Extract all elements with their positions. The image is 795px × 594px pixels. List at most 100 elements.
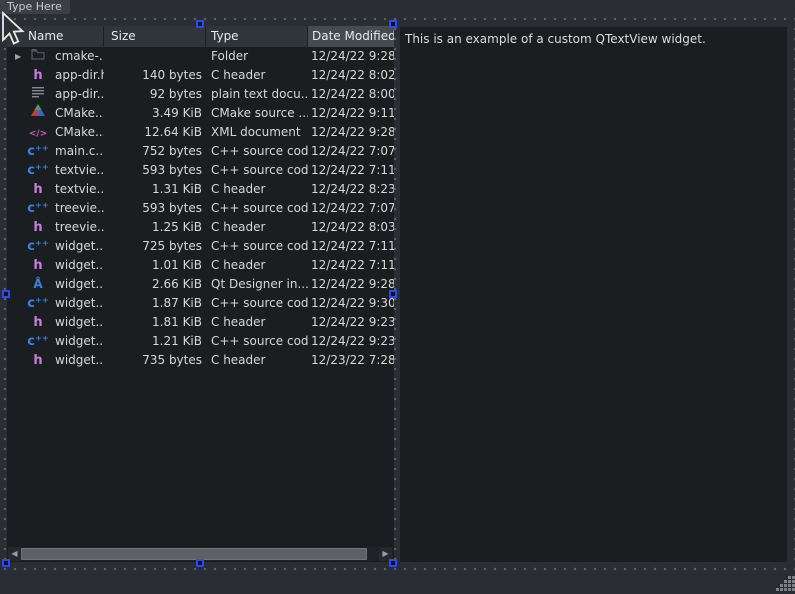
cell-date-modified: 12/24/22 8:23 .: [308, 180, 394, 199]
cell-size: 1.25 KiB: [104, 218, 206, 237]
selection-handle[interactable]: [389, 290, 397, 298]
column-header-size[interactable]: Size: [104, 26, 206, 47]
cell-size: 735 bytes: [104, 351, 206, 370]
cell-size: 140 bytes: [104, 66, 206, 85]
cell-name: c⁺⁺ widget...: [7, 294, 104, 313]
cell-date-modified: 12/23/22 7:28 .: [308, 351, 394, 370]
cell-name: h treevie...: [7, 218, 104, 237]
cpp-icon: c⁺⁺: [31, 239, 45, 254]
cell-type: C header: [206, 180, 308, 199]
c-header-icon: h: [31, 182, 45, 197]
qt-ui-icon: Å: [31, 277, 45, 292]
c-header-icon: h: [31, 220, 45, 235]
cell-date-modified: 12/24/22 9:30 .: [308, 294, 394, 313]
cell-date-modified: 12/24/22 8:03 .: [308, 218, 394, 237]
table-row[interactable]: Å widget... 2.66 KiB Qt Designer in... 1…: [7, 275, 394, 294]
table-row[interactable]: c⁺⁺ textvie... 593 bytes C++ source code…: [7, 161, 394, 180]
cell-date-modified: 12/24/22 9:28 .: [308, 47, 394, 66]
cpp-icon: c⁺⁺: [31, 201, 45, 216]
tree-header: Name Size Type Date Modified: [7, 26, 394, 47]
table-row[interactable]: h treevie... 1.25 KiB C header 12/24/22 …: [7, 218, 394, 237]
cell-date-modified: 12/24/22 7:11 .: [308, 161, 394, 180]
cell-size: 3.49 KiB: [104, 104, 206, 123]
cell-name: app-dir....: [7, 85, 104, 104]
cell-size: 725 bytes: [104, 237, 206, 256]
cell-name: h widget...: [7, 351, 104, 370]
tree-rows: ▶ cmake-... Folder 12/24/22 9:28 . h app…: [7, 47, 394, 370]
cpp-icon: c⁺⁺: [31, 296, 45, 311]
cell-type: C++ source code: [206, 237, 308, 256]
file-tree-view[interactable]: Name Size Type Date Modified ▶ cmake-...…: [7, 26, 394, 562]
folder-icon: [31, 49, 45, 64]
table-row[interactable]: h textvie... 1.31 KiB C header 12/24/22 …: [7, 180, 394, 199]
cell-name: c⁺⁺ widget...: [7, 237, 104, 256]
plain-text-icon: [31, 87, 45, 102]
resize-grip[interactable]: [770, 572, 795, 593]
column-header-date-modified[interactable]: Date Modified: [308, 26, 394, 47]
cell-type: Qt Designer in...: [206, 275, 308, 294]
scrollbar-thumb[interactable]: [21, 548, 367, 560]
cell-type: XML document: [206, 123, 308, 142]
table-row[interactable]: h widget... 735 bytes C header 12/23/22 …: [7, 351, 394, 370]
cell-size: 593 bytes: [104, 199, 206, 218]
selection-handle[interactable]: [389, 20, 397, 28]
c-header-icon: h: [31, 315, 45, 330]
cell-name: c⁺⁺ widget...: [7, 332, 104, 351]
cell-size: [104, 47, 206, 66]
cell-name: CMake...: [7, 104, 104, 123]
xml-icon: </>: [31, 125, 45, 140]
selection-handle[interactable]: [389, 559, 397, 567]
cell-date-modified: 12/24/22 8:00 .: [308, 85, 394, 104]
cell-type: C++ source code: [206, 332, 308, 351]
selection-handle[interactable]: [196, 20, 204, 28]
selection-handle[interactable]: [196, 559, 204, 567]
cell-date-modified: 12/24/22 9:23 .: [308, 332, 394, 351]
cell-date-modified: 12/24/22 7:07 .: [308, 142, 394, 161]
cell-type: C header: [206, 256, 308, 275]
cell-date-modified: 12/24/22 7:11 .: [308, 256, 394, 275]
selection-handle[interactable]: [2, 559, 10, 567]
cell-name: h widget...: [7, 313, 104, 332]
cell-name: ▶ cmake-...: [7, 47, 104, 66]
mouse-cursor-icon: [0, 11, 26, 47]
cell-name: c⁺⁺ textvie...: [7, 161, 104, 180]
selection-handle[interactable]: [2, 290, 10, 298]
table-row[interactable]: h app-dir.h 140 bytes C header 12/24/22 …: [7, 66, 394, 85]
cell-type: C++ source code: [206, 294, 308, 313]
cell-type: Folder: [206, 47, 308, 66]
cell-type: plain text docu...: [206, 85, 308, 104]
table-row[interactable]: app-dir.... 92 bytes plain text docu... …: [7, 85, 394, 104]
cell-type: C header: [206, 313, 308, 332]
cell-type: C++ source code: [206, 161, 308, 180]
cell-size: 2.66 KiB: [104, 275, 206, 294]
cell-type: C header: [206, 66, 308, 85]
cell-size: 1.81 KiB: [104, 313, 206, 332]
table-row[interactable]: c⁺⁺ widget... 1.21 KiB C++ source code 1…: [7, 332, 394, 351]
cell-date-modified: 12/24/22 8:02 .: [308, 66, 394, 85]
table-row[interactable]: c⁺⁺ widget... 725 bytes C++ source code …: [7, 237, 394, 256]
cpp-icon: c⁺⁺: [31, 163, 45, 178]
table-row[interactable]: c⁺⁺ main.c... 752 bytes C++ source code …: [7, 142, 394, 161]
table-row[interactable]: ▶ cmake-... Folder 12/24/22 9:28 .: [7, 47, 394, 66]
cell-size: 92 bytes: [104, 85, 206, 104]
table-row[interactable]: h widget... 1.81 KiB C header 12/24/22 9…: [7, 313, 394, 332]
cell-size: 752 bytes: [104, 142, 206, 161]
cell-date-modified: 12/24/22 9:28 .: [308, 123, 394, 142]
table-row[interactable]: c⁺⁺ widget... 1.87 KiB C++ source code 1…: [7, 294, 394, 313]
cell-date-modified: 12/24/22 7:11 .: [308, 237, 394, 256]
column-header-type[interactable]: Type: [206, 26, 308, 47]
cell-name: c⁺⁺ main.c...: [7, 142, 104, 161]
cell-date-modified: 12/24/22 9:11 .: [308, 104, 394, 123]
c-header-icon: h: [31, 258, 45, 273]
expander-arrow-icon[interactable]: ▶: [15, 47, 27, 66]
cell-size: 1.87 KiB: [104, 294, 206, 313]
c-header-icon: h: [31, 68, 45, 83]
cell-type: C header: [206, 218, 308, 237]
table-row[interactable]: </> CMake... 12.64 KiB XML document 12/2…: [7, 123, 394, 142]
cell-size: 593 bytes: [104, 161, 206, 180]
text-view[interactable]: This is an example of a custom QTextView…: [400, 27, 787, 562]
table-row[interactable]: h widget... 1.01 KiB C header 12/24/22 7…: [7, 256, 394, 275]
table-row[interactable]: CMake... 3.49 KiB CMake source ... 12/24…: [7, 104, 394, 123]
cell-size: 1.01 KiB: [104, 256, 206, 275]
table-row[interactable]: c⁺⁺ treevie... 593 bytes C++ source code…: [7, 199, 394, 218]
